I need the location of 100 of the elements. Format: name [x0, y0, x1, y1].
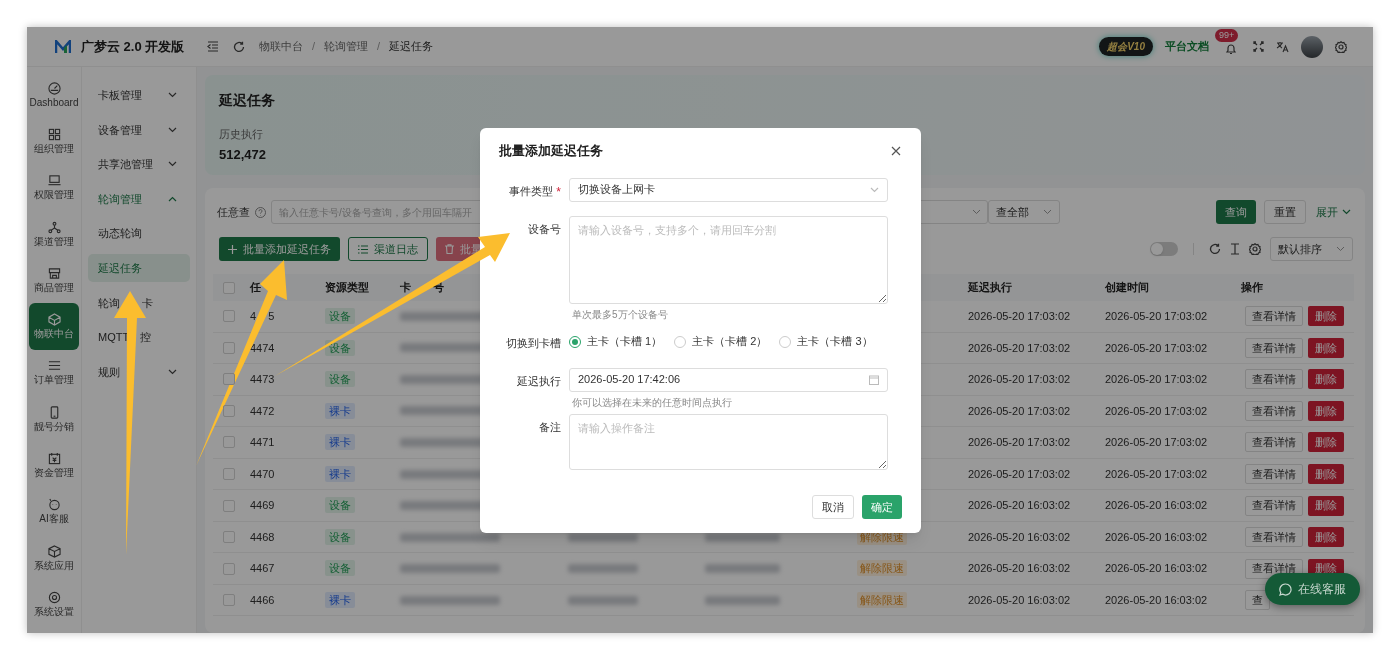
event-type-select[interactable]: 切换设备上网卡: [569, 177, 888, 202]
checkbox[interactable]: [223, 373, 235, 386]
sidebar-group[interactable]: 规则: [88, 354, 190, 390]
fullscreen-icon[interactable]: [1253, 41, 1264, 52]
delete-button[interactable]: 删除: [1308, 337, 1344, 358]
row-height-icon[interactable]: [1230, 243, 1240, 255]
avatar[interactable]: [1301, 35, 1323, 58]
box-icon: [47, 544, 61, 558]
rail-item[interactable]: 靓号分销: [29, 396, 79, 443]
channel-log-button[interactable]: 渠道日志: [348, 237, 428, 261]
delete-button[interactable]: 删除: [1308, 527, 1344, 548]
rail-item[interactable]: 订单管理: [29, 349, 79, 397]
checkbox[interactable]: [223, 562, 235, 575]
checkbox[interactable]: [223, 341, 235, 354]
refresh-icon[interactable]: [1209, 243, 1221, 255]
delete-button[interactable]: 删除: [1308, 306, 1344, 327]
sidebar-group[interactable]: 轮询管理: [88, 181, 190, 217]
rail-item[interactable]: 资金管理: [29, 442, 79, 489]
sidebar-item[interactable]: 轮询 卡: [88, 288, 190, 317]
breadcrumb-item[interactable]: 轮询管理: [324, 38, 369, 55]
delete-button[interactable]: 删除: [1308, 464, 1344, 484]
rail-item[interactable]: 物联中台: [29, 303, 79, 350]
close-icon[interactable]: [891, 145, 901, 156]
list-icon: [47, 359, 61, 373]
bell-icon[interactable]: [1225, 42, 1237, 55]
scope-select[interactable]: 查全部: [988, 200, 1060, 224]
chat-button[interactable]: 在线客服: [1265, 573, 1360, 605]
network-icon: [47, 220, 61, 234]
delete-button[interactable]: 删除: [1308, 369, 1344, 390]
checkbox[interactable]: [223, 436, 235, 449]
gauge-icon: [47, 81, 61, 95]
checkbox[interactable]: [223, 531, 235, 544]
view-details-button[interactable]: 查看详情: [1245, 464, 1303, 484]
rail-item[interactable]: 系统设置: [29, 581, 79, 628]
settings-icon[interactable]: [1249, 243, 1261, 255]
table-cell-text: 4471: [250, 435, 275, 451]
rail-item[interactable]: 渠道管理: [29, 210, 79, 258]
checkbox[interactable]: [223, 468, 235, 480]
rail-item[interactable]: AI客服: [29, 488, 79, 535]
checkbox[interactable]: [223, 404, 235, 417]
docs-link[interactable]: 平台文档: [1165, 38, 1209, 55]
sidebar-group[interactable]: 设备管理: [88, 112, 190, 148]
note-field[interactable]: 请输入操作备注: [569, 413, 888, 470]
checkbox[interactable]: [223, 281, 235, 294]
chat-bubble-icon: [1279, 582, 1292, 596]
sidebar-group[interactable]: 共享池管理: [88, 147, 190, 182]
rail-item[interactable]: 权限管理: [29, 164, 79, 211]
refresh-icon[interactable]: [233, 40, 245, 53]
column-header: 延迟执行: [968, 280, 1012, 296]
help-icon[interactable]: [255, 206, 266, 218]
column-header: 创建时间: [1105, 280, 1149, 296]
view-details-button[interactable]: 查看详情: [1245, 369, 1303, 390]
table-cell-text: 2026-05-20 16:03:02: [1104, 592, 1209, 608]
query-button[interactable]: 查询: [1216, 200, 1256, 224]
translate-icon[interactable]: [1276, 40, 1289, 53]
column-header: 任: [250, 280, 261, 296]
column-header: 卡: [400, 280, 411, 296]
view-details-button[interactable]: 查看详情: [1245, 527, 1303, 548]
breadcrumb-item[interactable]: 物联中台: [259, 38, 303, 55]
column-header: 操作: [1241, 280, 1263, 296]
sidebar-item[interactable]: 延迟任务: [88, 254, 190, 283]
radio-label[interactable]: 主卡（卡槽 2）: [692, 333, 768, 350]
confirm-button[interactable]: 确定: [862, 495, 902, 519]
rail-item[interactable]: 组织管理: [29, 118, 79, 165]
view-details-button[interactable]: 查看详情: [1245, 432, 1303, 453]
rail-item[interactable]: Dashboard: [29, 72, 79, 119]
delete-button[interactable]: 删除: [1308, 432, 1344, 453]
toggle-switch[interactable]: [1150, 242, 1178, 256]
batch-add-button[interactable]: 批量添加延迟任务: [219, 237, 340, 261]
reset-button[interactable]: 重置: [1264, 200, 1306, 224]
view-details-button[interactable]: 查看详情: [1245, 400, 1303, 421]
menu-fold-icon[interactable]: [207, 41, 219, 52]
view-details-button[interactable]: 查看详情: [1245, 337, 1303, 358]
type-tag: 设备: [325, 560, 355, 577]
settings-icon[interactable]: [1335, 40, 1347, 53]
sidebar-item[interactable]: 动态轮询: [88, 219, 190, 248]
radio-label[interactable]: 主卡（卡槽 1）: [587, 333, 663, 350]
expand-link[interactable]: 展开: [1316, 203, 1351, 221]
status-tag: 解除限速: [857, 560, 907, 577]
table-cell-text: 4468: [250, 529, 275, 545]
cancel-button[interactable]: 取消: [812, 495, 854, 519]
rail-item[interactable]: 商品管理: [29, 257, 79, 304]
rail-item[interactable]: 系统应用: [29, 534, 79, 582]
view-details-button[interactable]: 查看详情: [1245, 495, 1303, 516]
radio-label[interactable]: 主卡（卡槽 3）: [797, 333, 873, 350]
table-cell-text: 4470: [250, 466, 275, 482]
delete-button[interactable]: 删除: [1308, 495, 1344, 516]
sidebar-item[interactable]: MQTT 控: [88, 323, 190, 352]
store-icon: [47, 266, 61, 280]
sidebar-group[interactable]: 卡板管理: [88, 78, 190, 113]
notification-badge: 99+: [1215, 28, 1239, 42]
view-details-button[interactable]: 查看详情: [1245, 306, 1303, 327]
sort-select[interactable]: 默认排序: [1270, 237, 1353, 261]
checkbox[interactable]: [223, 594, 235, 607]
delete-button[interactable]: 删除: [1308, 400, 1344, 421]
checkbox[interactable]: [223, 310, 235, 323]
table-cell-text: 2026-05-20 17:03:02: [967, 340, 1072, 356]
checkbox[interactable]: [223, 499, 235, 512]
date-time-field[interactable]: 2026-05-20 17:42:06: [569, 367, 888, 392]
breadcrumb-item[interactable]: 延迟任务: [389, 38, 434, 55]
